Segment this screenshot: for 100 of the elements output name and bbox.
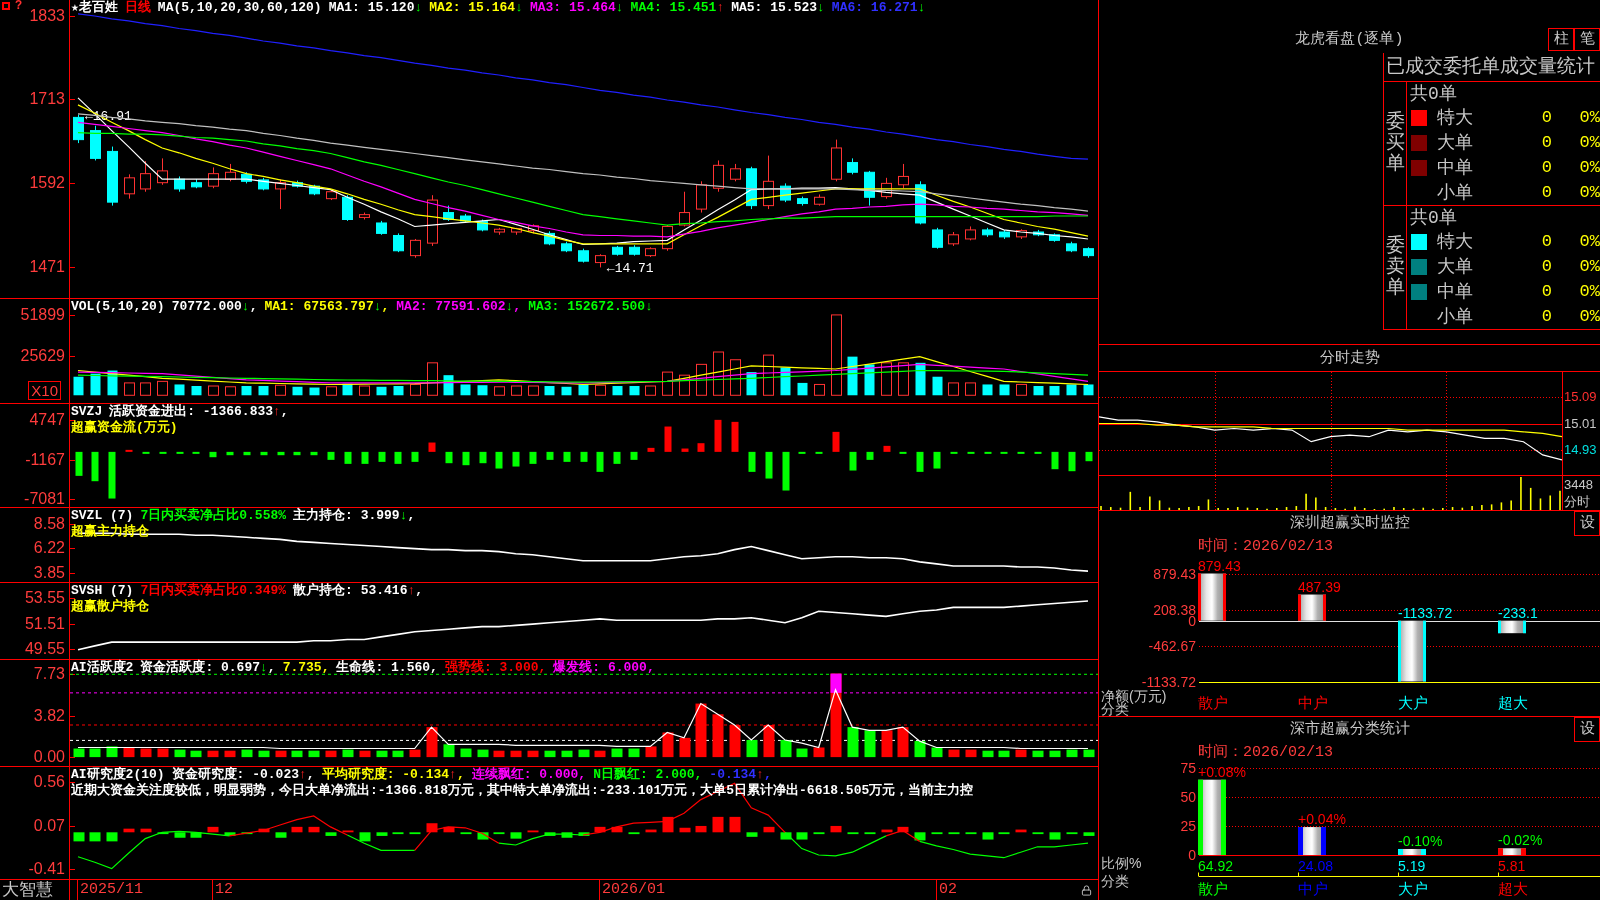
legend-reading: 平均研究度: -0.134↑, <box>321 767 465 782</box>
brand-label: 大智慧 <box>1 881 53 899</box>
axis-tick-label: 53.55 <box>24 591 65 604</box>
category-label: 散户 <box>1198 880 1228 897</box>
data-label: 879.43 <box>1198 557 1241 574</box>
axis-tick-label: 49.55 <box>24 643 65 656</box>
order-count: 0 <box>1540 258 1553 275</box>
timestamp: 时间：2026/02/13 <box>1198 744 1333 760</box>
order-share: 0% <box>1578 258 1600 275</box>
timestamp: 时间：2026/02/13 <box>1198 538 1333 554</box>
legend-reading: MA1: 67563.797↓, <box>264 299 390 315</box>
axis-tick-label: -1133.72 <box>1141 673 1196 690</box>
legend-reading: 生命线: 1.560, <box>336 660 438 676</box>
axis-label: 比例% <box>1101 855 1142 871</box>
axis-tick-label: 50 <box>1180 789 1196 805</box>
date-label: 12 <box>212 880 233 900</box>
panel-title: 分时走势 <box>1319 350 1380 366</box>
legend-reading: 超赢散户持仓 <box>71 599 149 615</box>
legend-reading: AI活跃度2 <box>71 660 134 676</box>
axis-tick-label: 3.82 <box>33 710 65 723</box>
axis-tick-label: -7081 <box>24 493 65 506</box>
axis-tick-label: 879.43 <box>1153 565 1196 582</box>
legend-reading: 资金研究度: -0.023↑, <box>171 767 315 782</box>
order-share: 0% <box>1578 159 1600 176</box>
change-label: -0.02% <box>1498 832 1543 849</box>
order-size-label: 小单 <box>1437 183 1474 202</box>
legend-reading: 7.735, <box>282 660 330 676</box>
legend-reading: MA5: 15.523↓ <box>731 0 825 16</box>
legend-reading: MA3: 152672.500↓ <box>528 299 653 315</box>
order-size-label: 中单 <box>1437 158 1474 177</box>
legend-reading: 爆发线: 6.000, <box>553 660 655 676</box>
order-share: 0% <box>1578 134 1600 151</box>
legend-reading: 日线 <box>124 0 151 16</box>
order-size-label: 大单 <box>1437 257 1474 276</box>
legend-reading: SVZJ <box>71 404 103 420</box>
axis-tick-label: 1592 <box>29 177 65 190</box>
legend-reading: -0.134↑, <box>709 767 772 783</box>
legend-reading: SVZL (7) <box>71 508 134 523</box>
axis-tick-label: 8.58 <box>33 518 65 531</box>
legend-reading: 散户持仓: 53.416↑, <box>293 583 424 599</box>
legend-reading: MA2: 77591.602↓, <box>396 299 522 315</box>
order-count: 0 <box>1540 184 1553 201</box>
axis-tick-label: 0.00 <box>33 751 65 764</box>
order-count: 0 <box>1540 283 1553 300</box>
order-size-label: 特大 <box>1437 108 1474 127</box>
data-label: -1133.72 <box>1398 604 1453 621</box>
axis-tick-label: 1471 <box>29 261 65 274</box>
legend-reading: 70772.000↓, <box>171 299 258 315</box>
price-label: ←14.71 <box>606 261 654 277</box>
help-mark: ? <box>15 0 23 12</box>
legend-reading: MA4: 15.451↑ <box>630 0 725 16</box>
order-share: 0% <box>1578 184 1600 201</box>
order-size-label: 大单 <box>1437 133 1474 152</box>
category-label: 超大 <box>1498 880 1528 897</box>
axis-tick-label: 25 <box>1180 818 1196 834</box>
date-label: 2026/01 <box>599 880 665 900</box>
data-label: 64.92 <box>1198 858 1234 874</box>
legend-reading: 资金活跃度: 0.697↓, <box>140 660 276 676</box>
panel-title: 深市超赢分类统计 <box>1289 722 1410 737</box>
axis-tick-label: -1167 <box>25 453 65 466</box>
order-count: 0 <box>1540 109 1553 126</box>
legend-reading: MA3: 15.464↓ <box>529 0 624 16</box>
axis-tick-label: 1833 <box>29 9 65 22</box>
axis-tick-label: 7.73 <box>33 668 65 681</box>
date-label: 2025/11 <box>77 880 143 900</box>
category-label: 大户 <box>1398 880 1428 897</box>
order-count: 0 <box>1540 159 1553 176</box>
panel-title: 深圳超赢实时监控 <box>1289 516 1410 531</box>
legend-reading: N日飘红: 2.000, <box>593 767 703 783</box>
axis-tick-label: 75 <box>1180 762 1196 776</box>
legend-reading: 7日内买卖净占比0.558% <box>140 508 287 524</box>
order-size-label: 小单 <box>1437 307 1474 326</box>
data-label: 5.19 <box>1398 858 1426 874</box>
order-share: 0% <box>1578 308 1600 325</box>
category-label: 大户 <box>1398 694 1428 711</box>
order-count: 0 <box>1540 134 1553 151</box>
change-label: +0.08% <box>1198 763 1246 780</box>
table-title: 已成交委托单成交量统计 <box>1386 57 1595 77</box>
unit-label: X10 <box>28 381 61 400</box>
legend-reading: 活跃资金进出: -1366.833↑, <box>109 404 289 419</box>
data-label: -233.1 <box>1498 604 1538 621</box>
axis-tick-label: 51.51 <box>24 617 65 630</box>
order-share: 0% <box>1578 109 1600 126</box>
axis-tick-label: -0.41 <box>28 863 65 876</box>
axis-label: 分类 <box>1101 873 1129 889</box>
legend-reading: MA2: 15.164↓ <box>429 0 523 16</box>
legend-reading: MA6: 16.271↓ <box>831 0 926 16</box>
axis-tick-label: 0.07 <box>33 819 65 832</box>
group-label: 委卖单 <box>1385 236 1405 299</box>
legend-reading: 主力持仓: 3.999↓, <box>293 508 416 524</box>
axis-tick-label: 0.56 <box>33 775 65 788</box>
category-label: 中户 <box>1298 694 1328 711</box>
group-total: 共0单 <box>1410 84 1457 103</box>
legend-reading: AI研究度2(10) <box>71 767 165 782</box>
legend-reading: MA(5,10,20,30,60,120) <box>157 0 322 16</box>
axis-tick-label: 15.01 <box>1564 416 1597 431</box>
legend-reading: 超赢资金流(万元) <box>71 420 178 436</box>
data-label: 5.81 <box>1498 858 1526 874</box>
max-volume-label: 3448 <box>1563 478 1594 491</box>
axis-tick-label: 6.22 <box>33 542 65 555</box>
